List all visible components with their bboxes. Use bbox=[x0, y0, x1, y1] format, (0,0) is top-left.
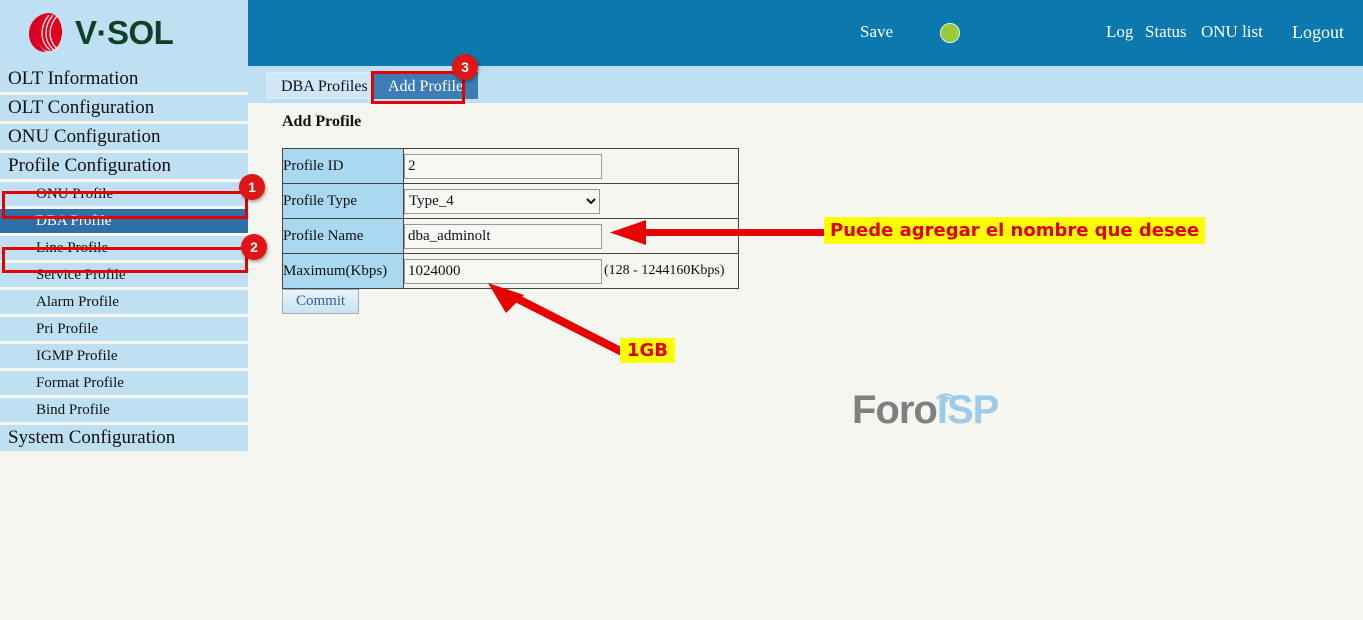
sidebar-item-system-configuration[interactable]: System Configuration bbox=[0, 425, 248, 451]
sidebar-item-pri-profile[interactable]: Pri Profile bbox=[0, 317, 248, 341]
brand-logo: V·SOL bbox=[22, 10, 174, 56]
top-bar: Save Log Status ONU list Logout bbox=[248, 0, 1363, 66]
table-row-profile-type: Profile Type Type_1Type_2Type_3Type_4Typ… bbox=[282, 183, 739, 219]
annotation-badge-1: 1 bbox=[239, 174, 265, 200]
profile-name-input[interactable] bbox=[404, 223, 602, 249]
add-profile-form: Profile ID Profile Type Type_1Type_2Type… bbox=[282, 148, 739, 289]
page-title: Add Profile bbox=[282, 113, 362, 130]
table-row-maximum: Maximum(Kbps) (128 - 1244160Kbps) bbox=[282, 253, 739, 289]
sidebar-item-olt-information[interactable]: OLT Information bbox=[0, 66, 248, 92]
main-content: Add Profile Profile ID Profile Type Type… bbox=[248, 103, 1363, 620]
sidebar-nav: OLT Information OLT Configuration ONU Co… bbox=[0, 66, 248, 454]
annotation-note-1gb: 1GB bbox=[620, 338, 676, 363]
cell-profile-id bbox=[403, 148, 739, 184]
cell-profile-type: Type_1Type_2Type_3Type_4Type_5 bbox=[403, 183, 739, 219]
sidebar-item-igmp-profile[interactable]: IGMP Profile bbox=[0, 344, 248, 368]
tab-dba-profiles[interactable]: DBA Profiles bbox=[266, 72, 383, 99]
logo-panel: V·SOL bbox=[0, 0, 248, 66]
table-row-profile-name: Profile Name bbox=[282, 218, 739, 254]
label-profile-name: Profile Name bbox=[282, 218, 404, 254]
sidebar-item-onu-profile[interactable]: ONU Profile bbox=[0, 182, 248, 206]
cell-maximum: (128 - 1244160Kbps) bbox=[403, 253, 739, 289]
profile-type-select[interactable]: Type_1Type_2Type_3Type_4Type_5 bbox=[404, 188, 600, 214]
save-button[interactable]: Save bbox=[860, 22, 893, 42]
watermark-antenna-icon bbox=[936, 393, 956, 402]
table-row-profile-id: Profile ID bbox=[282, 148, 739, 184]
watermark-foro-text: Foro bbox=[852, 388, 938, 432]
logout-link[interactable]: Logout bbox=[1292, 22, 1344, 43]
annotation-badge-2: 2 bbox=[241, 234, 267, 260]
maximum-range-hint: (128 - 1244160Kbps) bbox=[604, 263, 725, 279]
sidebar-item-olt-configuration[interactable]: OLT Configuration bbox=[0, 95, 248, 121]
cell-profile-name bbox=[403, 218, 739, 254]
maximum-input[interactable] bbox=[404, 258, 602, 284]
sidebar-item-onu-configuration[interactable]: ONU Configuration bbox=[0, 124, 248, 150]
tab-strip: DBA Profiles Add Profile bbox=[248, 66, 1363, 103]
brand-name: V·SOL bbox=[75, 14, 174, 51]
profile-id-input[interactable] bbox=[404, 153, 602, 179]
vsol-swirl-icon bbox=[22, 10, 68, 56]
label-profile-id: Profile ID bbox=[282, 148, 404, 184]
onu-list-link[interactable]: ONU list bbox=[1201, 22, 1263, 42]
log-link[interactable]: Log bbox=[1106, 22, 1133, 42]
status-dot-green-icon bbox=[940, 23, 960, 43]
label-maximum: Maximum(Kbps) bbox=[282, 253, 404, 289]
sidebar-item-alarm-profile[interactable]: Alarm Profile bbox=[0, 290, 248, 314]
sidebar-item-line-profile[interactable]: Line Profile bbox=[0, 236, 248, 260]
sidebar-item-format-profile[interactable]: Format Profile bbox=[0, 371, 248, 395]
commit-button[interactable]: Commit bbox=[282, 289, 360, 314]
sidebar-item-profile-configuration[interactable]: Profile Configuration bbox=[0, 153, 248, 179]
label-profile-type: Profile Type bbox=[282, 183, 404, 219]
sidebar-item-bind-profile[interactable]: Bind Profile bbox=[0, 398, 248, 422]
sidebar-item-service-profile[interactable]: Service Profile bbox=[0, 263, 248, 287]
annotation-badge-3: 3 bbox=[452, 54, 478, 80]
status-link[interactable]: Status bbox=[1145, 22, 1187, 42]
annotation-note-profile-name: Puede agregar el nombre que desee bbox=[824, 217, 1206, 244]
foroisp-watermark: ForoISP bbox=[852, 388, 999, 432]
sidebar-item-dba-profile[interactable]: DBA Profile bbox=[0, 209, 248, 233]
